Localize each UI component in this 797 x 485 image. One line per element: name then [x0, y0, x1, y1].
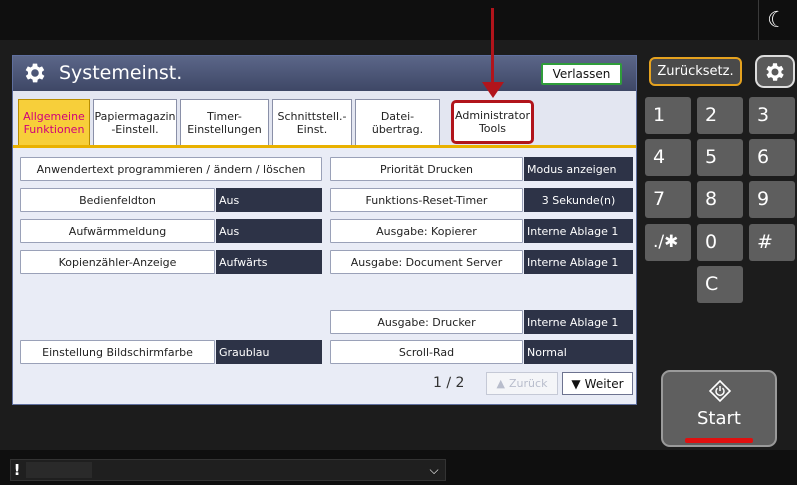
copy-counter-display-value: Aufwärts: [216, 250, 322, 274]
scroll-wheel-value: Normal: [524, 340, 633, 364]
function-reset-timer-value: 3 Sekunde(n): [524, 188, 633, 212]
dialog-title: Systemeinst.: [59, 62, 183, 84]
key-0[interactable]: 0: [697, 224, 743, 261]
key-3[interactable]: 3: [749, 97, 795, 134]
print-priority-button[interactable]: Priorität Drucken: [330, 157, 523, 181]
output-document-server-value: Interne Ablage 1: [524, 250, 633, 274]
page-indicator: 1 ∕ 2: [433, 375, 465, 391]
output-printer-value: Interne Ablage 1: [524, 310, 633, 334]
tab-label: Administrator Tools: [455, 109, 530, 135]
output-printer-button[interactable]: Ausgabe: Drucker: [330, 310, 523, 334]
annotation-arrow-head: [482, 82, 504, 98]
settings-button[interactable]: [755, 55, 795, 88]
print-priority-value: Modus anzeigen: [524, 157, 633, 181]
dialog-header: Systemeinst. Verlassen: [13, 56, 636, 91]
next-label: Weiter: [584, 376, 624, 391]
key-hash[interactable]: #: [749, 224, 795, 261]
function-reset-timer-button[interactable]: Funktions-Reset-Timer: [330, 188, 523, 212]
triangle-down-icon: ▼: [571, 376, 581, 391]
key-5[interactable]: 5: [697, 139, 743, 176]
top-divider: [758, 0, 759, 40]
tab-label: Timer- Einstellungen: [187, 109, 262, 136]
scroll-wheel-button[interactable]: Scroll-Rad: [330, 340, 523, 364]
chevron-down-icon[interactable]: ⌵: [425, 460, 443, 480]
status-message-area: [26, 462, 92, 478]
tab-file-transfer[interactable]: Datei- übertrag.: [355, 99, 440, 145]
key-6[interactable]: 6: [749, 139, 795, 176]
key-clear[interactable]: C: [697, 266, 743, 303]
tab-administrator-tools[interactable]: Administrator Tools: [451, 100, 534, 144]
exit-button[interactable]: Verlassen: [541, 63, 622, 85]
output-copier-button[interactable]: Ausgabe: Kopierer: [330, 219, 523, 243]
start-indicator: [685, 438, 753, 443]
key-8[interactable]: 8: [697, 181, 743, 218]
tab-label: Datei- übertrag.: [371, 109, 424, 136]
output-document-server-button[interactable]: Ausgabe: Document Server: [330, 250, 523, 274]
output-copier-value: Interne Ablage 1: [524, 219, 633, 243]
key-1[interactable]: 1: [645, 97, 691, 134]
tab-label: Schnittstell.- Einst.: [277, 109, 347, 136]
reset-button[interactable]: Zurücksetz.: [649, 57, 742, 86]
tab-underline: [13, 145, 636, 148]
top-status-strip: [0, 0, 797, 40]
system-settings-dialog: Systemeinst. Verlassen Allgemeine Funkti…: [12, 55, 637, 405]
key-4[interactable]: 4: [645, 139, 691, 176]
user-text-program-button[interactable]: Anwendertext programmieren / ändern / lö…: [20, 157, 322, 181]
annotation-arrow-shaft: [491, 8, 494, 86]
tab-label: Papiermagazin -Einstell.: [94, 109, 176, 136]
back-button[interactable]: ▲ Zurück: [486, 372, 558, 395]
energy-saver-icon[interactable]: ☾: [762, 6, 792, 36]
gear-icon: [766, 62, 784, 81]
panel-beep-button[interactable]: Bedienfeldton: [20, 188, 215, 212]
tab-general-functions[interactable]: Allgemeine Funktionen: [18, 99, 90, 145]
next-button[interactable]: ▼ Weiter: [562, 372, 633, 395]
tab-timer-settings[interactable]: Timer- Einstellungen: [180, 99, 269, 145]
panel-beep-value: Aus: [216, 188, 322, 212]
gear-icon: [25, 63, 45, 83]
alert-icon: !: [13, 461, 21, 479]
warmup-notice-value: Aus: [216, 219, 322, 243]
warmup-notice-button[interactable]: Aufwärmmeldung: [20, 219, 215, 243]
screen-color-button[interactable]: Einstellung Bildschirmfarbe: [20, 340, 215, 364]
screen-color-value: Graublau: [216, 340, 322, 364]
tab-paper-tray-settings[interactable]: Papiermagazin -Einstell.: [93, 99, 177, 145]
start-icon: [708, 379, 732, 403]
triangle-up-icon: ▲: [496, 377, 506, 390]
tab-interface-settings[interactable]: Schnittstell.- Einst.: [272, 99, 352, 145]
tab-label: Allgemeine Funktionen: [23, 109, 85, 136]
key-2[interactable]: 2: [697, 97, 743, 134]
start-label: Start: [697, 408, 741, 429]
key-dot-star[interactable]: .∕✱: [645, 224, 691, 261]
key-9[interactable]: 9: [749, 181, 795, 218]
back-label: Zurück: [509, 377, 548, 390]
copy-counter-display-button[interactable]: Kopienzähler-Anzeige: [20, 250, 215, 274]
start-button[interactable]: Start: [661, 370, 777, 447]
key-7[interactable]: 7: [645, 181, 691, 218]
